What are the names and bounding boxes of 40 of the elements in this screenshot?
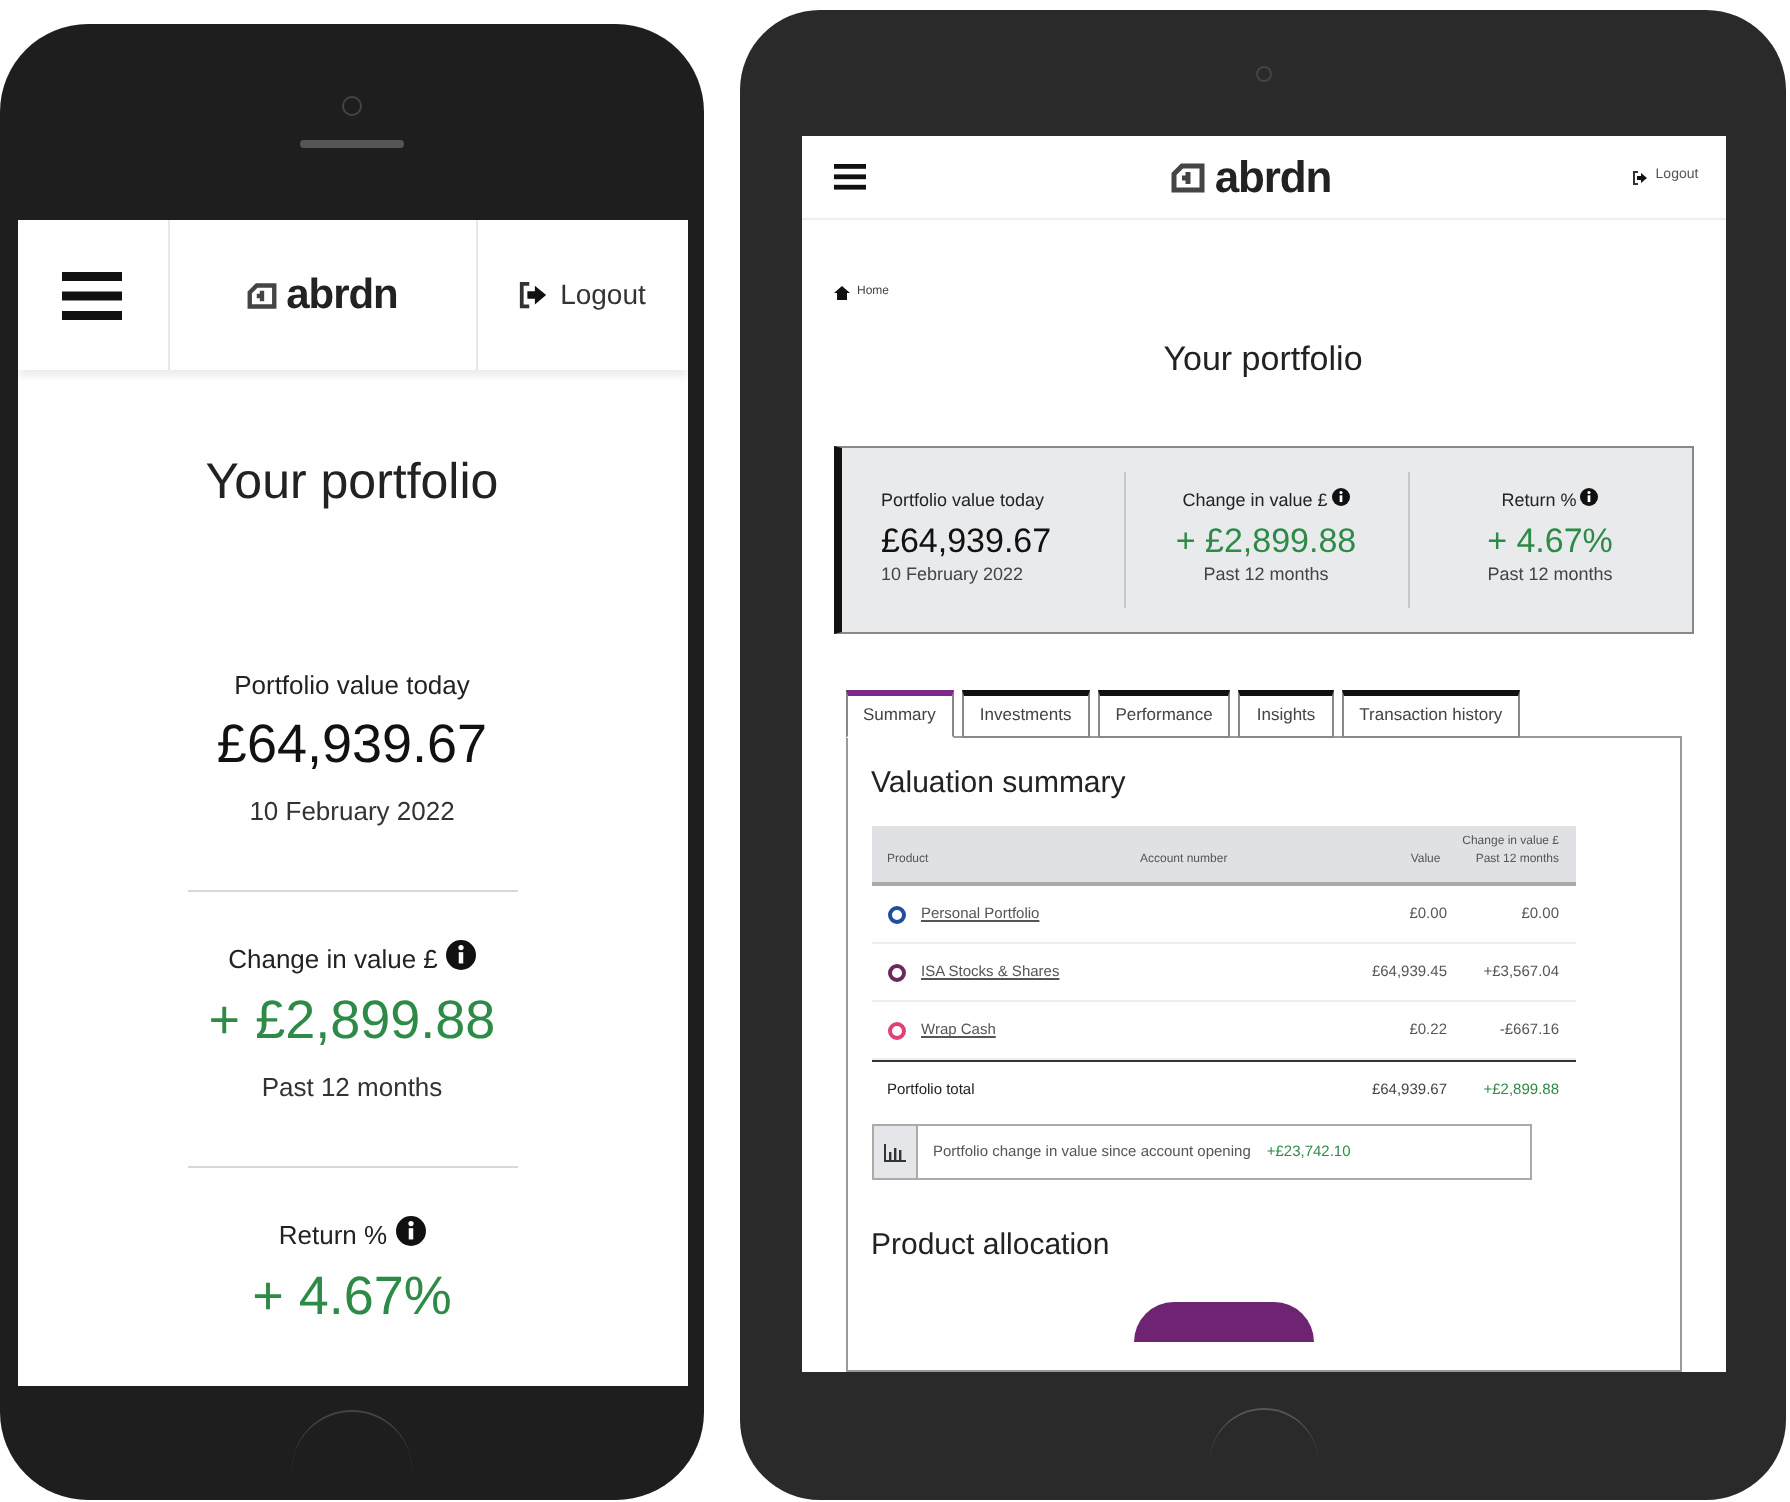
stat-label: Change in value £ xyxy=(228,942,438,979)
stat-value: + £2,899.88 xyxy=(1175,519,1357,563)
tab[interactable]: Summary xyxy=(845,689,954,737)
logout-icon xyxy=(1631,169,1648,185)
stat-value: £64,939.67 xyxy=(216,712,488,778)
stat-note: 10 February 2022 xyxy=(881,562,1024,589)
logout-button[interactable]: Logout xyxy=(477,220,687,370)
stat-note: Past 12 months xyxy=(1487,562,1613,589)
stat-label: Change in value £ xyxy=(1182,488,1328,515)
logo-text: abrdn xyxy=(1214,155,1332,199)
stat-label: Portfolio value today xyxy=(881,488,1045,515)
menu-icon[interactable] xyxy=(62,271,122,319)
stat-label: Return % xyxy=(278,1218,388,1254)
camera-icon xyxy=(1255,65,1271,81)
tab[interactable]: Insights xyxy=(1238,689,1334,737)
section-title: Product allocation xyxy=(871,1226,1112,1266)
tab[interactable]: Performance xyxy=(1097,689,1231,737)
stat-value: + 4.67% xyxy=(252,1263,452,1329)
page-title: Your portfolio xyxy=(203,452,501,514)
stat-label: Portfolio value today xyxy=(234,667,470,704)
page-title: Your portfolio xyxy=(1161,338,1365,382)
logo-mark-icon xyxy=(246,281,279,309)
speaker-slot xyxy=(300,140,404,148)
menu-icon[interactable] xyxy=(833,164,865,190)
logout-icon xyxy=(518,280,549,310)
stat-note: 10 February 2022 xyxy=(249,793,455,830)
section-title: Valuation summary xyxy=(871,763,1128,803)
tab[interactable]: Transaction history xyxy=(1341,689,1521,737)
stat-label: Return % xyxy=(1501,488,1577,515)
logo-mark-icon xyxy=(1170,161,1207,193)
stat-value: + 4.67% xyxy=(1487,519,1613,563)
bar-chart-icon xyxy=(883,1143,905,1161)
stat-note: Past 12 months xyxy=(1203,562,1329,589)
stat-value: £64,939.67 xyxy=(881,519,1052,563)
stat-value: + £2,899.88 xyxy=(208,987,496,1054)
home-icon xyxy=(833,286,849,300)
stat-note: Past 12 months xyxy=(261,1069,443,1105)
tab[interactable]: Investments xyxy=(961,689,1090,737)
logo-text: abrdn xyxy=(286,274,398,316)
camera-icon xyxy=(342,96,362,116)
